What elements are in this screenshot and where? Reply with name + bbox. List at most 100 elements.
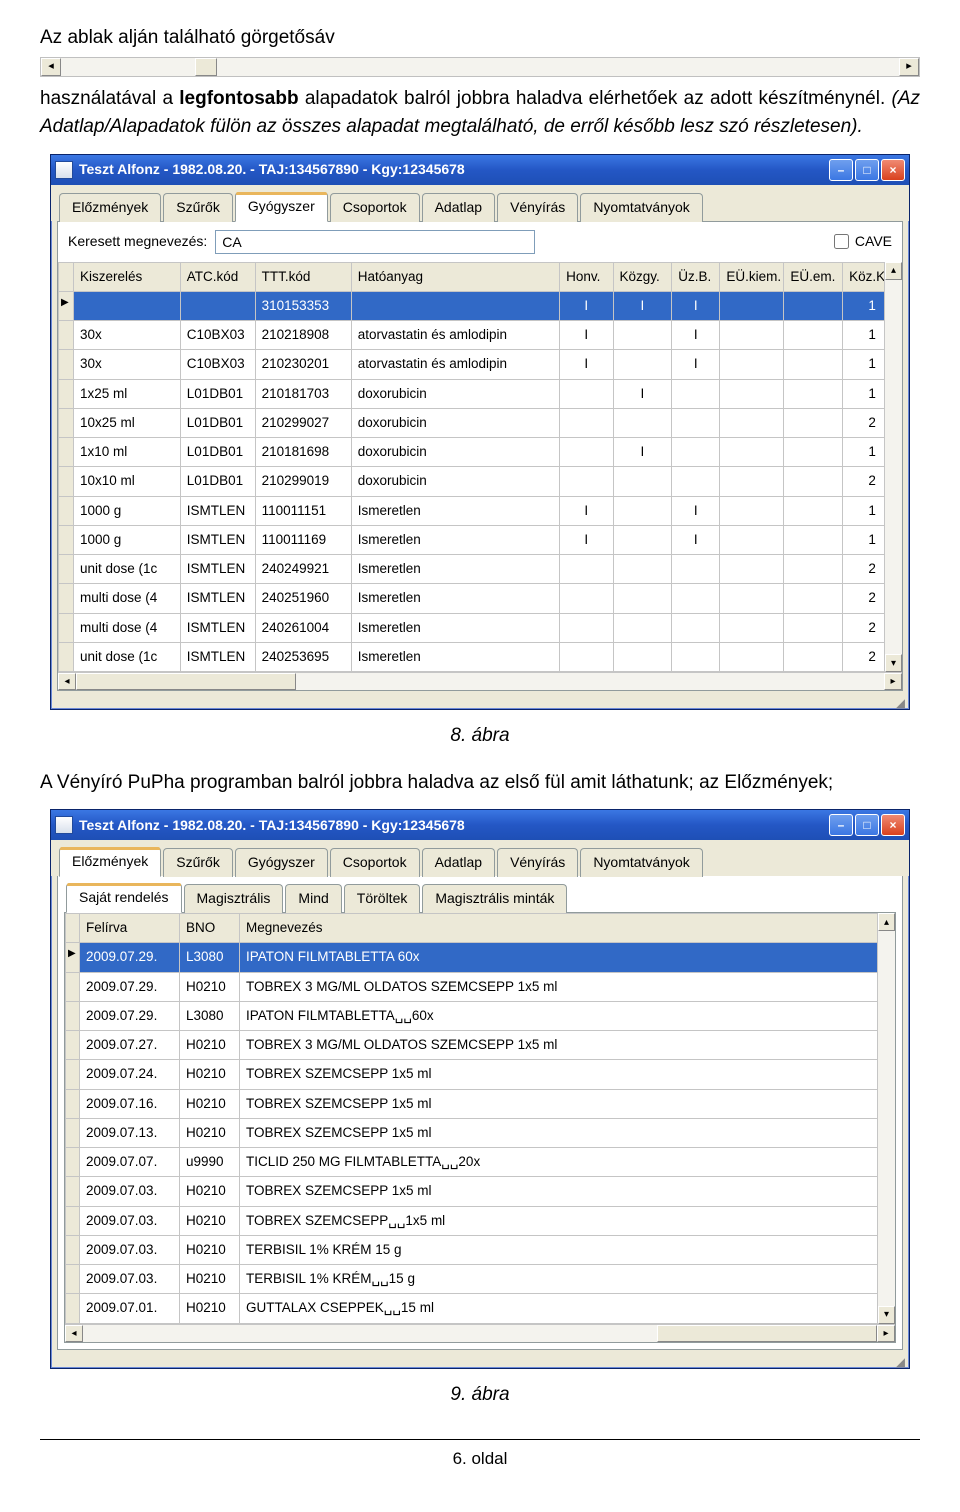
subtab-mind[interactable]: Mind — [285, 884, 341, 913]
scroll-thumb[interactable] — [195, 58, 217, 76]
column-header[interactable]: EÜ.em. — [784, 262, 843, 291]
horizontal-scrollbar[interactable]: ◂ ▸ — [65, 1324, 895, 1342]
tab-v-ny-r-s[interactable]: Vényírás — [497, 848, 578, 877]
table-row[interactable]: 2009.07.13.H0210TOBREX SZEMCSEPP 1x5 ml — [66, 1118, 895, 1147]
table-row[interactable]: 2009.07.07.u9990TICLID 250 MG FILMTABLET… — [66, 1148, 895, 1177]
table-row[interactable]: 310153353III1 — [59, 291, 902, 320]
tab-sz-r-k[interactable]: Szűrők — [163, 848, 233, 877]
maximize-button[interactable]: □ — [855, 159, 879, 181]
table-row[interactable]: 10x25 mlL01DB01210299027doxorubicin2 — [59, 408, 902, 437]
scroll-track[interactable] — [878, 931, 895, 1306]
subtab-saj-t-rendel-s[interactable]: Saját rendelés — [66, 883, 182, 913]
table-row[interactable]: 2009.07.29.L3080IPATON FILMTABLETTA 60x — [66, 943, 895, 972]
scroll-right-icon[interactable]: ▸ — [877, 1325, 895, 1342]
search-row: Keresett megnevezés: CAVE — [58, 222, 902, 262]
cell: 10x25 ml — [73, 408, 180, 437]
scroll-left-icon[interactable]: ◂ — [41, 58, 61, 76]
scroll-up-icon[interactable]: ▴ — [885, 262, 902, 280]
table-row[interactable]: 2009.07.29.L3080IPATON FILMTABLETTA␣␣60x — [66, 1001, 895, 1030]
vertical-scrollbar[interactable]: ▴ ▾ — [877, 913, 895, 1324]
tab-nyomtatv-nyok[interactable]: Nyomtatványok — [580, 193, 702, 222]
tab-csoportok[interactable]: Csoportok — [330, 848, 420, 877]
maximize-button[interactable]: □ — [855, 814, 879, 836]
close-button[interactable]: × — [881, 814, 905, 836]
column-header[interactable]: TTT.kód — [255, 262, 351, 291]
column-header[interactable]: EÜ.kiem. — [720, 262, 784, 291]
window-title: Teszt Alfonz - 1982.08.20. - TAJ:1345678… — [79, 815, 829, 836]
table-row[interactable]: 2009.07.24.H0210TOBREX SZEMCSEPP 1x5 ml — [66, 1060, 895, 1089]
tab-adatlap[interactable]: Adatlap — [422, 848, 495, 877]
column-header[interactable]: ATC.kód — [180, 262, 255, 291]
table-row[interactable]: 2009.07.03.H0210TERBISIL 1% KRÉM␣␣15 g — [66, 1265, 895, 1294]
table-row[interactable]: 2009.07.29.H0210TOBREX 3 MG/ML OLDATOS S… — [66, 972, 895, 1001]
table-row[interactable]: 1x10 mlL01DB01210181698doxorubicinI1 — [59, 438, 902, 467]
scroll-left-icon[interactable]: ◂ — [58, 673, 76, 690]
page-number: 6. oldal — [40, 1446, 920, 1472]
column-header[interactable]: Kiszerelés — [73, 262, 180, 291]
cell: L01DB01 — [180, 438, 255, 467]
tab-v-ny-r-s[interactable]: Vényírás — [497, 193, 578, 222]
column-header[interactable]: Felírva — [80, 914, 180, 943]
table-row[interactable]: 10x10 mlL01DB01210299019doxorubicin2 — [59, 467, 902, 496]
minimize-button[interactable]: – — [829, 159, 853, 181]
subtab-magisztr-lis-mint-k[interactable]: Magisztrális minták — [422, 884, 567, 913]
subtab-t-r-ltek[interactable]: Töröltek — [344, 884, 421, 913]
tab-nyomtatv-nyok[interactable]: Nyomtatványok — [580, 848, 702, 877]
column-header[interactable]: Honv. — [560, 262, 613, 291]
horizontal-scrollbar[interactable]: ◂ ▸ — [58, 672, 902, 690]
resize-grip-icon[interactable]: ◢ — [51, 697, 909, 709]
scroll-thumb[interactable] — [76, 673, 296, 690]
column-header[interactable]: Megnevezés — [240, 914, 895, 943]
table-row[interactable]: unit dose (1cISMTLEN240253695Ismeretlen2 — [59, 642, 902, 671]
table-row[interactable]: 2009.07.03.H0210TERBISIL 1% KRÉM 15 g — [66, 1235, 895, 1264]
scroll-track[interactable] — [885, 280, 902, 655]
cell: 2009.07.27. — [80, 1031, 180, 1060]
table-row[interactable]: 30xC10BX03210230201atorvastatin és amlod… — [59, 350, 902, 379]
vertical-scrollbar[interactable]: ▴ ▾ — [884, 262, 902, 673]
minimize-button[interactable]: – — [829, 814, 853, 836]
table-row[interactable]: unit dose (1cISMTLEN240249921Ismeretlen2 — [59, 555, 902, 584]
cell — [672, 438, 720, 467]
table-row[interactable]: 1x25 mlL01DB01210181703doxorubicinI1 — [59, 379, 902, 408]
tab-csoportok[interactable]: Csoportok — [330, 193, 420, 222]
scroll-left-icon[interactable]: ◂ — [65, 1325, 83, 1342]
paragraph-2: használatával a legfontosabb alapadatok … — [40, 85, 920, 142]
scroll-down-icon[interactable]: ▾ — [878, 1306, 895, 1324]
column-header[interactable]: Hatóanyag — [351, 262, 559, 291]
scroll-right-icon[interactable]: ▸ — [884, 673, 902, 690]
scroll-thumb[interactable] — [657, 1325, 877, 1342]
table-row[interactable]: multi dose (4ISMTLEN240261004Ismeretlen2 — [59, 613, 902, 642]
table-row[interactable]: 2009.07.03.H0210TOBREX SZEMCSEPP 1x5 ml — [66, 1177, 895, 1206]
subtab-magisztr-lis[interactable]: Magisztrális — [184, 884, 284, 913]
table-row[interactable]: 1000 gISMTLEN110011169IsmeretlenII1 — [59, 525, 902, 554]
column-header[interactable]: Közgy. — [613, 262, 672, 291]
scroll-down-icon[interactable]: ▾ — [885, 654, 902, 672]
table-wrap: FelírvaBNOMegnevezés 2009.07.29.L3080IPA… — [65, 913, 895, 1324]
tabs: ElőzményekSzűrőkGyógyszerCsoportokAdatla… — [51, 185, 909, 221]
tab-el-zm-nyek[interactable]: Előzmények — [59, 847, 161, 877]
search-input[interactable] — [215, 230, 535, 254]
table-row[interactable]: 2009.07.03.H0210TOBREX SZEMCSEPP␣␣1x5 ml — [66, 1206, 895, 1235]
close-button[interactable]: × — [881, 159, 905, 181]
table-row[interactable]: 2009.07.01.H0210GUTTALAX CSEPPEK␣␣15 ml — [66, 1294, 895, 1323]
tab-gy-gyszer[interactable]: Gyógyszer — [235, 848, 328, 877]
scroll-up-icon[interactable]: ▴ — [878, 913, 895, 931]
resize-grip-icon[interactable]: ◢ — [51, 1356, 909, 1368]
column-header[interactable]: Üz.B. — [672, 262, 720, 291]
scroll-track[interactable] — [61, 58, 899, 76]
tab-gy-gyszer[interactable]: Gyógyszer — [235, 192, 328, 222]
column-header[interactable]: BNO — [180, 914, 240, 943]
tab-adatlap[interactable]: Adatlap — [422, 193, 495, 222]
table-row[interactable]: multi dose (4ISMTLEN240251960Ismeretlen2 — [59, 584, 902, 613]
cell: H0210 — [180, 1089, 240, 1118]
cave-checkbox-input[interactable] — [834, 234, 849, 249]
table-row[interactable]: 2009.07.16.H0210TOBREX SZEMCSEPP 1x5 ml — [66, 1089, 895, 1118]
table-row[interactable]: 30xC10BX03210218908atorvastatin és amlod… — [59, 321, 902, 350]
tab-el-zm-nyek[interactable]: Előzmények — [59, 193, 161, 222]
table-row[interactable]: 1000 gISMTLEN110011151IsmeretlenII1 — [59, 496, 902, 525]
tab-sz-r-k[interactable]: Szűrők — [163, 193, 233, 222]
cell: C10BX03 — [180, 350, 255, 379]
table-row[interactable]: 2009.07.27.H0210TOBREX 3 MG/ML OLDATOS S… — [66, 1031, 895, 1060]
scroll-right-icon[interactable]: ▸ — [899, 58, 919, 76]
cave-checkbox[interactable]: CAVE — [834, 231, 892, 252]
